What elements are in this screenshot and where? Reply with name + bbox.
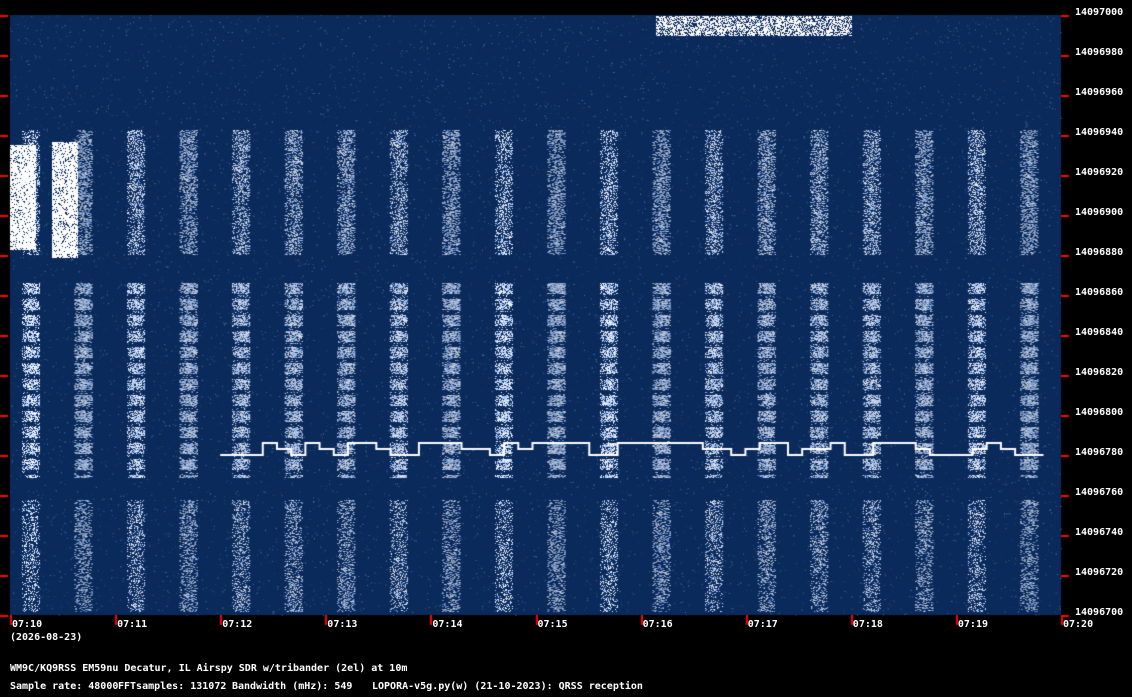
y-tick-label: 14096940 [1075,127,1124,138]
y-tick-label: 14096980 [1075,47,1124,58]
y-tick-label: 14096740 [1075,527,1124,538]
y-tick-label: 14096720 [1075,567,1124,578]
y-tick-label: 14097000 [1075,7,1124,18]
y-tick-label: 14096840 [1075,327,1124,338]
x-tick-label: 07:11 [117,619,148,630]
software-info: LOPORA-v5g.py(w) (21-10-2023): QRSS rece… [372,681,643,692]
y-tick-label: 14096780 [1075,447,1124,458]
x-tick-label: 07:13 [327,619,358,630]
y-tick-label: 14096900 [1075,207,1124,218]
y-tick-label: 14096760 [1075,487,1124,498]
y-tick-label: 14096960 [1075,87,1124,98]
x-tick-label: 07:19 [957,619,988,630]
x-tick-label: 07:15 [537,619,568,630]
station-info: WM9C/KQ9RSS EM59nu Decatur, IL Airspy SD… [10,663,408,674]
y-tick-label: 14096800 [1075,407,1124,418]
y-tick-label: 14096700 [1075,607,1124,618]
y-tick-label: 14096860 [1075,287,1124,298]
y-tick-label: 14096880 [1075,247,1124,258]
fft-samples: FFTsamples: 131072 [118,681,227,692]
y-tick-label: 14096920 [1075,167,1124,178]
bandwidth: Bandwidth (mHz): 549 [232,681,353,692]
x-tick-label: 07:20 [1063,619,1094,630]
x-tick-label: 07:16 [642,619,673,630]
spectrogram-canvas [0,0,1132,697]
x-tick-label: 07:14 [432,619,463,630]
x-tick-label: 07:18 [852,619,883,630]
x-axis-date: (2026-08-23) [10,632,83,643]
x-tick-label: 07:10 [12,619,43,630]
sample-rate: Sample rate: 48000 [10,681,119,692]
x-tick-label: 07:12 [222,619,253,630]
x-tick-label: 07:17 [747,619,778,630]
y-tick-label: 14096820 [1075,367,1124,378]
